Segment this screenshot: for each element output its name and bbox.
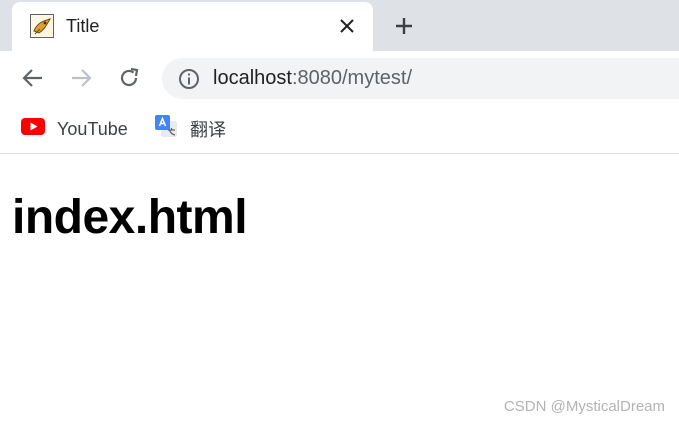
info-icon[interactable] bbox=[177, 67, 201, 91]
new-tab-icon[interactable] bbox=[390, 12, 418, 40]
tab-active[interactable]: Title bbox=[12, 2, 373, 51]
bookmark-label: YouTube bbox=[57, 118, 128, 139]
tab-strip: Title bbox=[0, 0, 679, 51]
close-icon[interactable] bbox=[335, 14, 359, 38]
reload-icon[interactable] bbox=[115, 64, 143, 92]
watermark: CSDN @MysticalDream bbox=[503, 398, 665, 415]
google-translate-icon bbox=[155, 115, 178, 143]
bookmark-translate[interactable]: 翻译 bbox=[155, 114, 226, 144]
bookmark-youtube[interactable]: YouTube bbox=[21, 114, 128, 144]
youtube-icon bbox=[21, 118, 45, 140]
page-heading: index.html bbox=[12, 191, 248, 244]
url-host: localhost bbox=[213, 67, 292, 89]
url-path: :8080/mytest/ bbox=[291, 67, 412, 89]
bookmarks-bar: YouTube 翻译 bbox=[0, 105, 679, 154]
browser-toolbar: localhost:8080/mytest/ bbox=[0, 51, 679, 105]
bookmark-label: 翻译 bbox=[190, 120, 226, 140]
forward-arrow-icon[interactable] bbox=[67, 64, 95, 92]
tomcat-icon bbox=[30, 14, 54, 38]
back-arrow-icon[interactable] bbox=[19, 64, 47, 92]
tab-title: Title bbox=[66, 16, 100, 36]
url-text[interactable]: localhost:8080/mytest/ bbox=[213, 67, 412, 90]
address-bar[interactable]: localhost:8080/mytest/ bbox=[162, 58, 679, 99]
